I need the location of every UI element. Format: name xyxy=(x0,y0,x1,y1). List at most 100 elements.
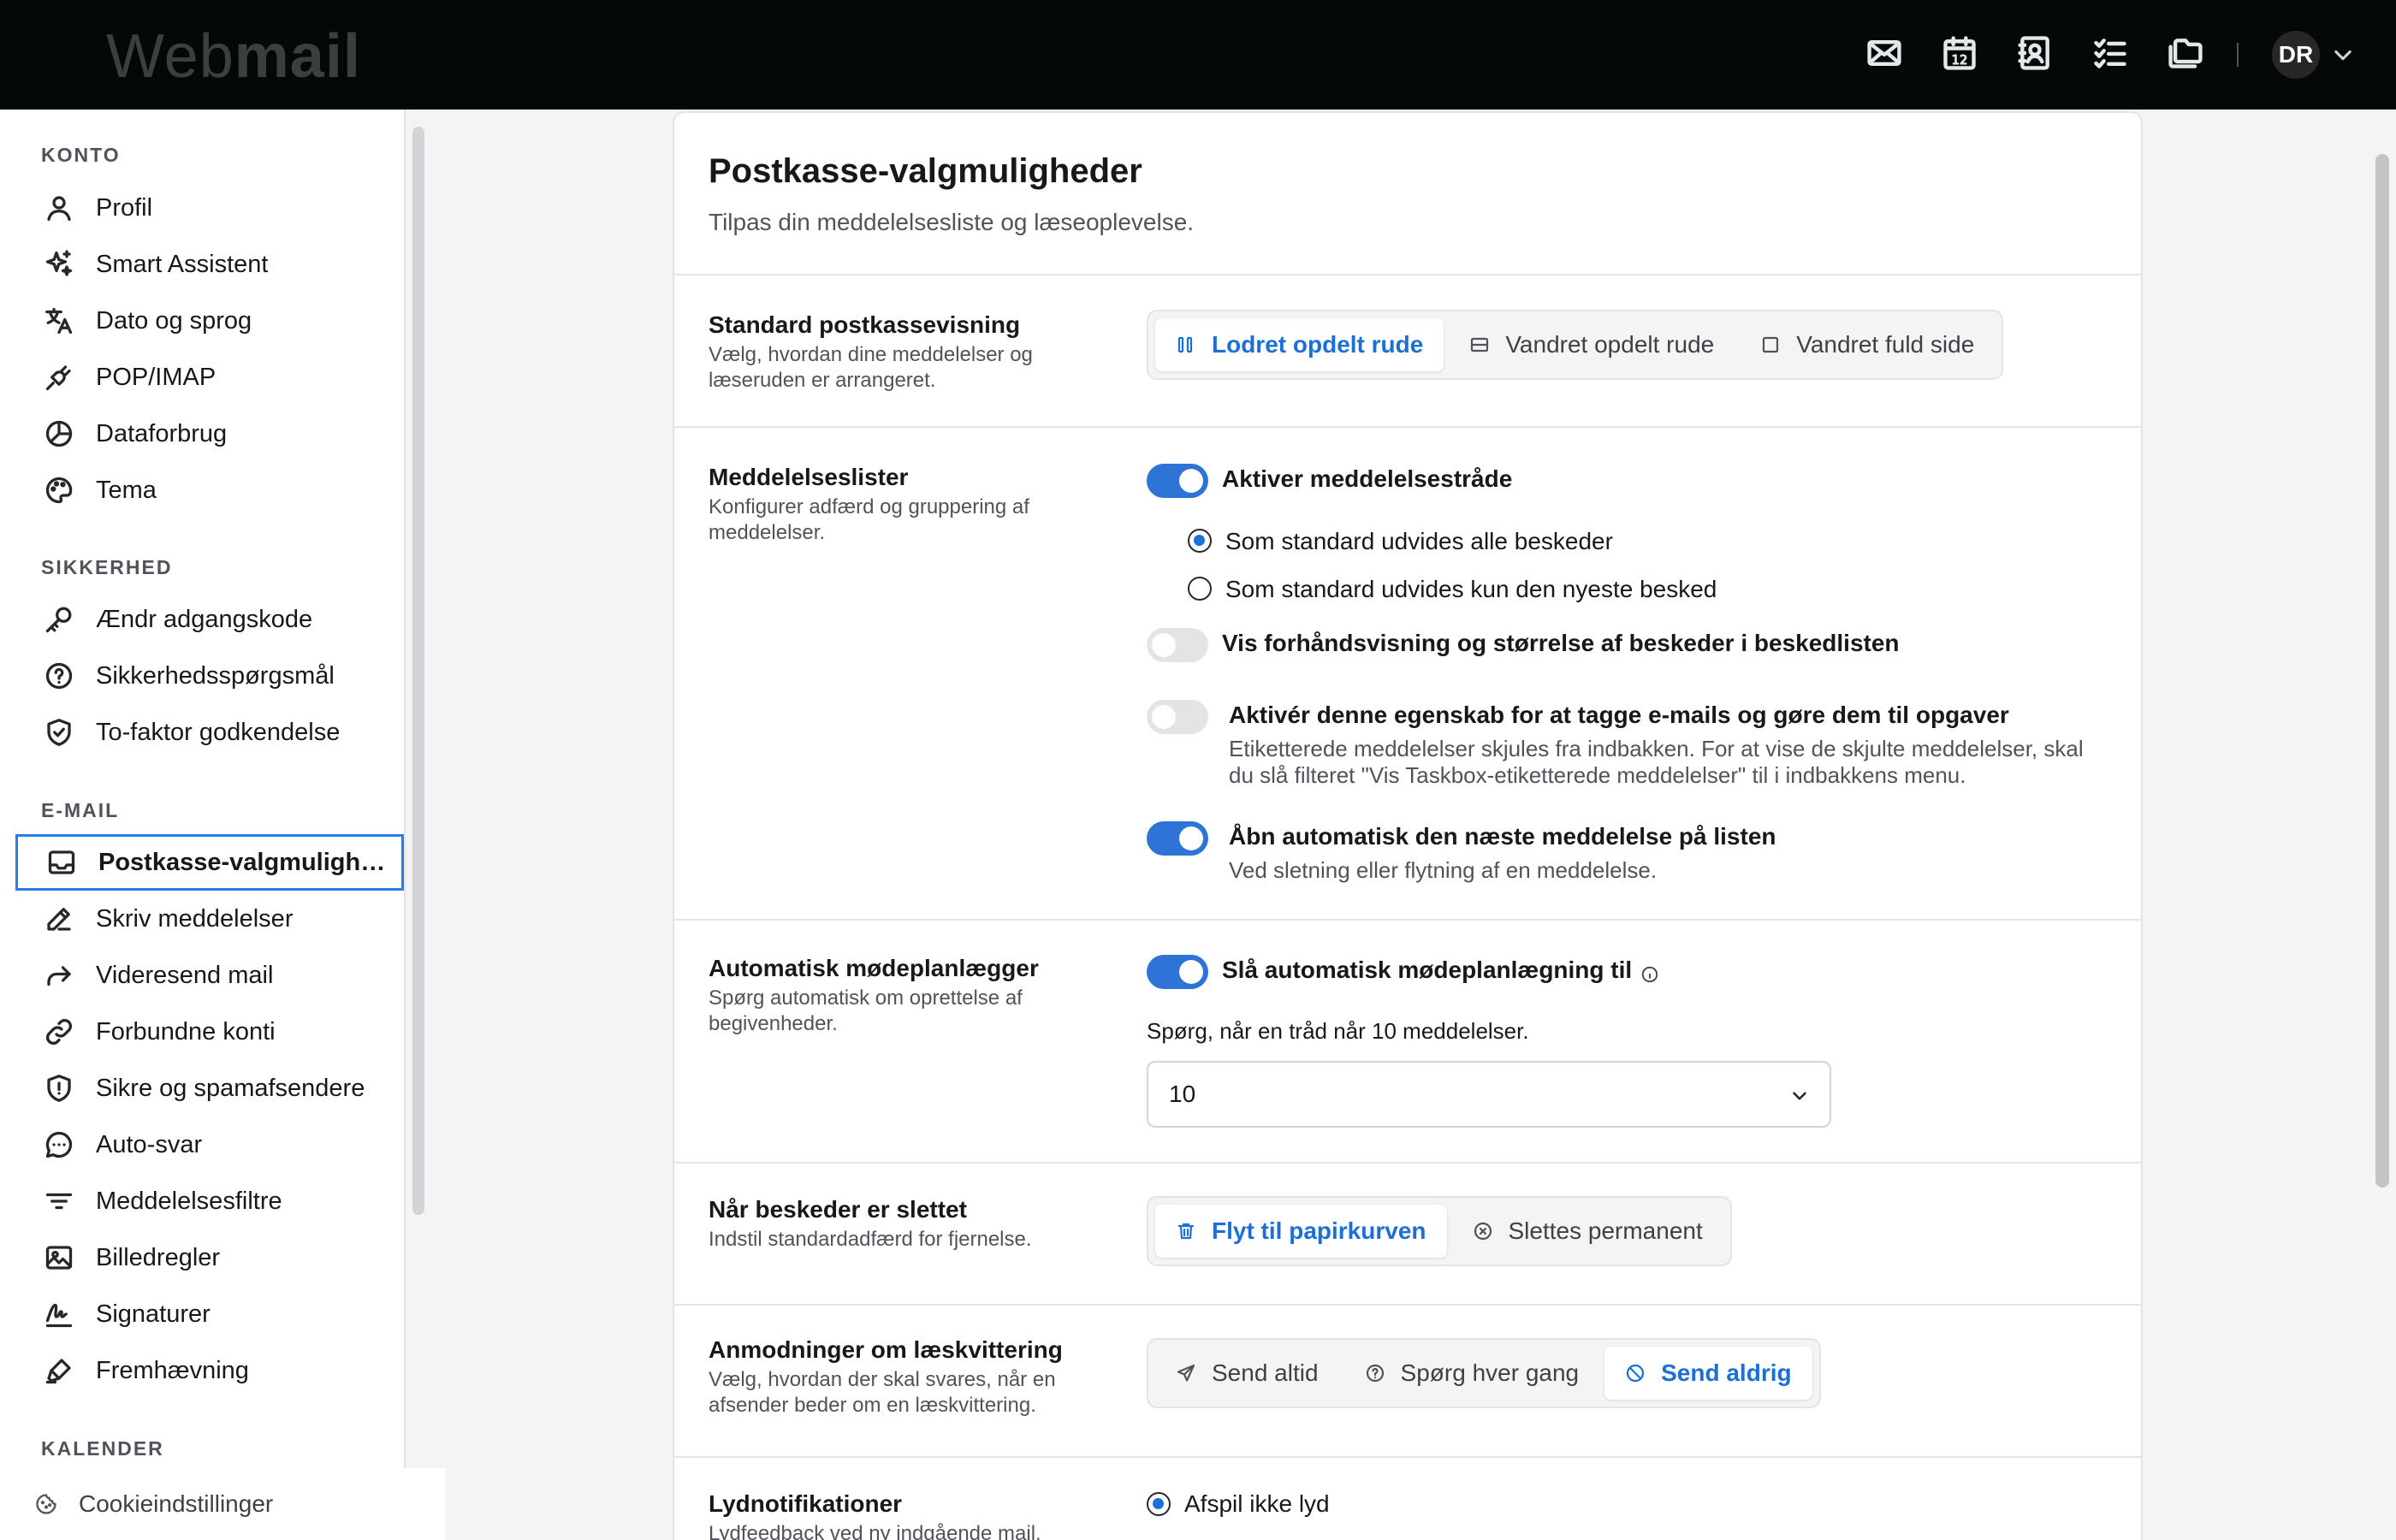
delete-segmented-control: Flyt til papirkurven Slettes permanent xyxy=(1147,1196,1732,1266)
preview-toggle[interactable] xyxy=(1147,628,1208,662)
highlighter-icon xyxy=(43,1354,75,1387)
mail-icon[interactable] xyxy=(1862,31,1907,75)
auto-open-desc: Ved sletning eller flytning af en meddel… xyxy=(1229,857,1658,883)
delete-option-permanent[interactable]: Slettes permanent xyxy=(1452,1205,1723,1258)
cookie-icon xyxy=(36,1494,56,1514)
delete-option-trash[interactable]: Flyt til papirkurven xyxy=(1155,1205,1447,1258)
divider xyxy=(674,274,2141,275)
section-sikkerhed: SIKKERHED xyxy=(41,556,173,578)
layout-option-vertical[interactable]: Lodret opdelt rude xyxy=(1155,318,1444,371)
sidebar-item-auto-svar[interactable]: Auto-svar xyxy=(15,1116,404,1173)
sidebar-item-dataforbrug[interactable]: Dataforbrug xyxy=(15,406,404,462)
files-icon[interactable] xyxy=(2163,31,2208,75)
calendar-icon[interactable]: 12 xyxy=(1937,31,1982,75)
meeting-desc: Spørg automatisk om oprettelse af begive… xyxy=(709,986,1023,1035)
page-title: Postkasse-valgmuligheder xyxy=(709,152,1142,190)
sound-none-label: Afspil ikke lyd xyxy=(1184,1490,1330,1517)
sidebar-item-signaturer[interactable]: Signaturer xyxy=(15,1286,404,1342)
layout-option-full[interactable]: Vandret fuld side xyxy=(1740,318,1995,371)
sidebar-item-aendr-adgangskode[interactable]: Ændr adgangskode xyxy=(15,591,404,648)
sound-desc: Lydfeedback ved ny indgående mail. xyxy=(709,1522,1041,1540)
sidebar-item-tema[interactable]: Tema xyxy=(15,462,404,518)
auto-open-label: Åbn automatisk den næste meddelelse på l… xyxy=(1229,823,1776,850)
cookie-settings-label: Cookieindstillinger xyxy=(79,1490,274,1517)
ban-icon xyxy=(1627,1364,1645,1383)
delete-desc: Indstil standardadfærd for fjernelse. xyxy=(709,1228,1032,1251)
language-icon xyxy=(43,305,75,337)
divider xyxy=(674,1456,2141,1458)
image-icon xyxy=(43,1241,75,1274)
layout-title: Standard postkassevisning xyxy=(709,311,1021,338)
shield-check-icon xyxy=(43,716,75,749)
meeting-prompt: Spørg, når en tråd når 10 meddelelser. xyxy=(1147,1018,1529,1044)
layout-segmented-control: Lodret opdelt rude Vandret opdelt rude V… xyxy=(1147,310,2004,380)
section-email: E-MAIL xyxy=(41,799,120,821)
sound-none-radio[interactable] xyxy=(1147,1492,1171,1516)
question-circle-icon xyxy=(1366,1364,1384,1383)
taskbox-toggle[interactable] xyxy=(1147,700,1208,734)
threads-toggle[interactable] xyxy=(1147,464,1208,498)
auto-open-toggle[interactable] xyxy=(1147,821,1208,856)
sidebar-item-pop-imap[interactable]: POP/IMAP xyxy=(15,349,404,406)
sidebar-item-dato-og-sprog[interactable]: Dato og sprog xyxy=(15,293,404,349)
meeting-title: Automatisk mødeplanlægger xyxy=(709,955,1039,981)
webmail-logo[interactable]: Webmail xyxy=(106,22,361,91)
sidebar-item-postkasse-valgmuligheder[interactable]: Postkasse-valgmuligheder xyxy=(15,834,404,891)
settings-card: Postkasse-valgmuligheder Tilpas din medd… xyxy=(673,111,2143,1540)
topbar-divider xyxy=(2237,43,2239,67)
sidebar-item-billedregler[interactable]: Billedregler xyxy=(15,1229,404,1286)
taskbox-label: Aktivér denne egenskab for at tagge e-ma… xyxy=(1229,702,2009,728)
info-icon[interactable] xyxy=(1640,962,1659,982)
expand-newest-radio[interactable] xyxy=(1188,577,1212,601)
delete-title: Når beskeder er slettet xyxy=(709,1196,967,1223)
page-subtitle: Tilpas din meddelelsesliste og læseoplev… xyxy=(709,209,1195,235)
receipt-option-always[interactable]: Send altid xyxy=(1155,1347,1339,1400)
sidebar-item-fremhaevning[interactable]: Fremhævning xyxy=(15,1342,404,1399)
signature-icon xyxy=(43,1298,75,1330)
sidebar-item-sikkerhedsspoergsmaal[interactable]: Sikkerhedsspørgsmål xyxy=(15,648,404,704)
calendar-day: 12 xyxy=(1952,53,1968,68)
tasks-icon[interactable] xyxy=(2088,31,2132,75)
preview-label: Vis forhåndsvisning og størrelse af besk… xyxy=(1222,630,1900,656)
sidebar-item-meddelelsesfiltre[interactable]: Meddelelsesfiltre xyxy=(15,1173,404,1229)
sidebar-item-smart-assistent[interactable]: Smart Assistent xyxy=(15,236,404,293)
divider xyxy=(674,1162,2141,1164)
shield-alert-icon xyxy=(43,1072,75,1105)
sidebar-item-skriv-meddelelser[interactable]: Skriv meddelelser xyxy=(15,891,404,947)
meeting-toggle-label: Slå automatisk mødeplanlægning til xyxy=(1222,957,1659,984)
layout-option-horizontal[interactable]: Vandret opdelt rude xyxy=(1449,318,1735,371)
divider xyxy=(674,1304,2141,1306)
expand-all-radio[interactable] xyxy=(1188,529,1212,553)
taskbox-desc: Etiketterede meddelelser skjules fra ind… xyxy=(1229,736,2084,788)
sidebar-item-sikre-og-spamafsendere[interactable]: Sikre og spamafsendere xyxy=(15,1060,404,1116)
x-circle-icon xyxy=(1474,1222,1492,1241)
receipt-option-ask[interactable]: Spørg hver gang xyxy=(1344,1347,1600,1400)
divider xyxy=(674,919,2141,921)
rows-icon xyxy=(1471,337,1489,352)
cookie-settings-link[interactable]: Cookieindstillinger xyxy=(0,1468,445,1540)
receipt-segmented-control: Send altid Spørg hver gang Send aldrig xyxy=(1147,1338,1821,1408)
receipt-option-never[interactable]: Send aldrig xyxy=(1604,1347,1812,1400)
pencil-icon xyxy=(43,903,75,935)
sound-title: Lydnotifikationer xyxy=(709,1490,903,1517)
columns-icon xyxy=(1177,336,1193,353)
receipt-desc: Vælg, hvordan der skal svares, når en af… xyxy=(709,1368,1056,1417)
main-scrollbar[interactable] xyxy=(2375,154,2389,1188)
sidebar-scrollbar[interactable] xyxy=(412,127,424,1215)
meeting-toggle[interactable] xyxy=(1147,955,1208,989)
sidebar-item-to-faktor[interactable]: To-faktor godkendelse xyxy=(15,704,404,761)
chevron-down-icon[interactable] xyxy=(2331,43,2355,67)
user-avatar[interactable]: DR xyxy=(2272,31,2320,79)
pie-chart-icon xyxy=(43,418,75,450)
forward-icon xyxy=(43,959,75,992)
lists-title: Meddelelseslister xyxy=(709,464,909,490)
sidebar-item-profil[interactable]: Profil xyxy=(15,180,404,236)
filter-icon xyxy=(43,1185,75,1217)
meeting-threshold-select[interactable]: 10 xyxy=(1147,1061,1831,1128)
link-icon xyxy=(43,1016,75,1048)
sidebar-item-videresend-mail[interactable]: Videresend mail xyxy=(15,947,404,1004)
contacts-icon[interactable] xyxy=(2013,31,2057,75)
settings-sidebar: KONTO Profil Smart Assistent Dato og spr… xyxy=(0,110,406,1540)
expand-all-label: Som standard udvides alle beskeder xyxy=(1225,528,1613,554)
sidebar-item-forbundne-konti[interactable]: Forbundne konti xyxy=(15,1004,404,1060)
